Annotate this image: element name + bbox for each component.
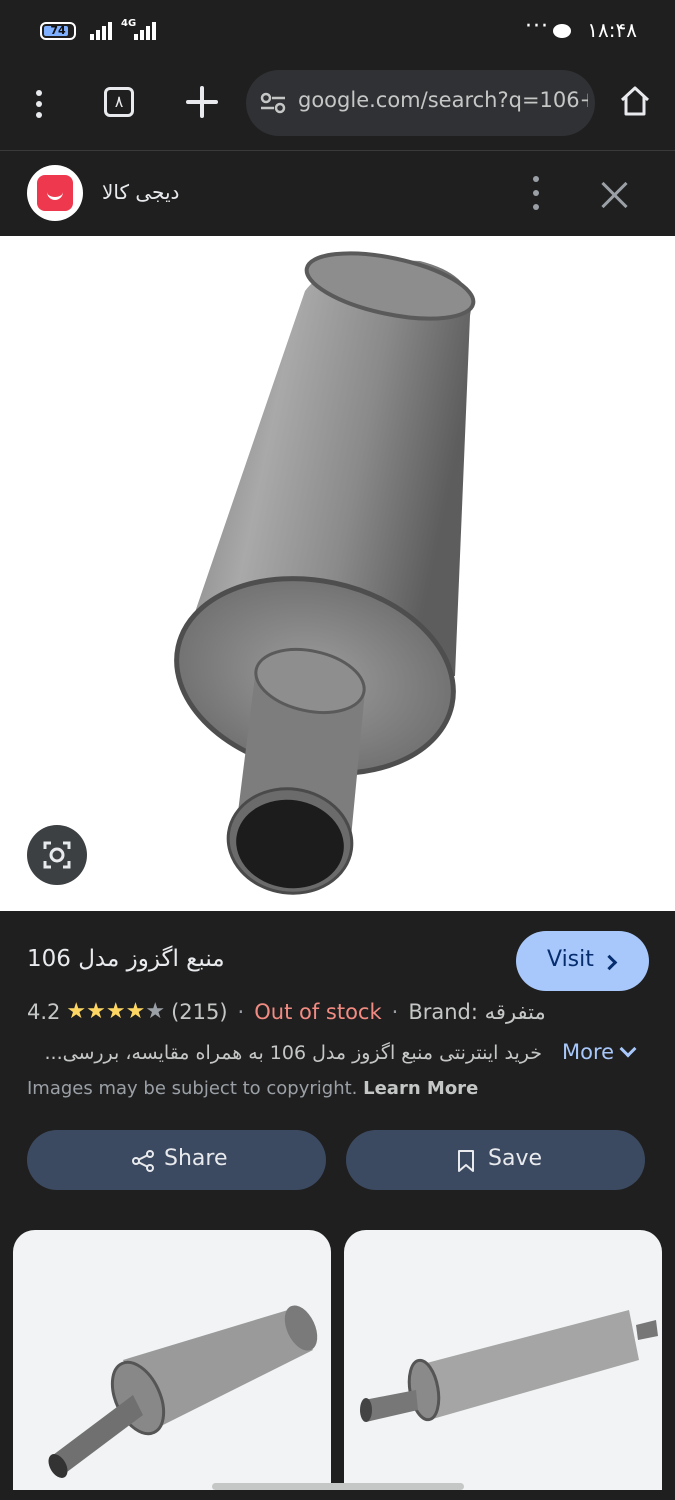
site-settings-icon[interactable] (260, 92, 286, 114)
rating-stars: ★ ★ ★ ★ ★ (66, 1001, 165, 1023)
message-icon (553, 24, 571, 38)
related-image-1[interactable] (13, 1230, 331, 1490)
brand: Brand: متفرقه (408, 1000, 546, 1024)
url-text: google.com/search?q=106+ (298, 88, 588, 112)
copyright-notice: Images may be subject to copyright. Lear… (27, 1078, 478, 1099)
chevron-down-icon (619, 1040, 637, 1058)
more-button[interactable]: More (562, 1040, 637, 1064)
star-empty-icon: ★ (145, 999, 166, 1024)
rating-value: 4.2 (27, 1000, 61, 1024)
product-image[interactable] (0, 236, 675, 911)
share-icon (132, 1150, 154, 1172)
site-logo (27, 165, 83, 221)
clock: ۱۸:۴۸ (587, 18, 637, 42)
tab-switcher-button[interactable]: ۸ (104, 87, 134, 117)
learn-more-link[interactable]: Learn More (363, 1078, 478, 1099)
visit-label: Visit (547, 947, 594, 972)
signal-icon-2 (134, 22, 156, 40)
product-title[interactable]: منبع اگزوز مدل 106 (27, 946, 225, 972)
close-icon[interactable] (600, 180, 630, 210)
star-icon: ★ (66, 999, 87, 1024)
share-button[interactable]: Share (27, 1130, 326, 1190)
save-label: Save (488, 1146, 543, 1171)
address-bar[interactable]: google.com/search?q=106+ (246, 70, 595, 136)
star-icon: ★ (86, 999, 106, 1024)
more-label: More (562, 1040, 615, 1064)
home-icon[interactable] (618, 84, 652, 118)
browser-menu-icon[interactable] (27, 84, 51, 124)
save-button[interactable]: Save (346, 1130, 645, 1190)
star-icon: ★ (125, 999, 146, 1024)
copyright-text: Images may be subject to copyright. (27, 1078, 358, 1099)
lens-icon (43, 841, 71, 869)
battery-level: 74 (50, 24, 66, 37)
google-lens-button[interactable] (27, 825, 87, 885)
related-image-2[interactable] (344, 1230, 662, 1490)
review-count: (215) (171, 1000, 228, 1024)
new-tab-icon[interactable] (186, 86, 218, 118)
signal-icon (90, 22, 112, 40)
gesture-nav-bar[interactable] (212, 1483, 464, 1490)
star-icon: ★ (105, 999, 126, 1024)
site-name[interactable]: دیجی کالا (102, 180, 179, 204)
stock-status: Out of stock (254, 1000, 382, 1024)
share-label: Share (164, 1146, 228, 1171)
site-menu-icon[interactable] (530, 176, 542, 210)
chevron-right-icon (601, 954, 618, 971)
product-meta-row: 4.2 ★ ★ ★ ★ ★ (215) · Out of stock · Bra… (27, 999, 546, 1024)
bookmark-icon (458, 1150, 474, 1172)
battery-icon: 74 (40, 22, 76, 40)
visit-button[interactable]: Visit (516, 931, 649, 991)
product-description: خرید اینترنتی منبع اگزوز مدل 106 به همرا… (44, 1042, 542, 1064)
more-notifications-icon: ··· (525, 14, 549, 39)
